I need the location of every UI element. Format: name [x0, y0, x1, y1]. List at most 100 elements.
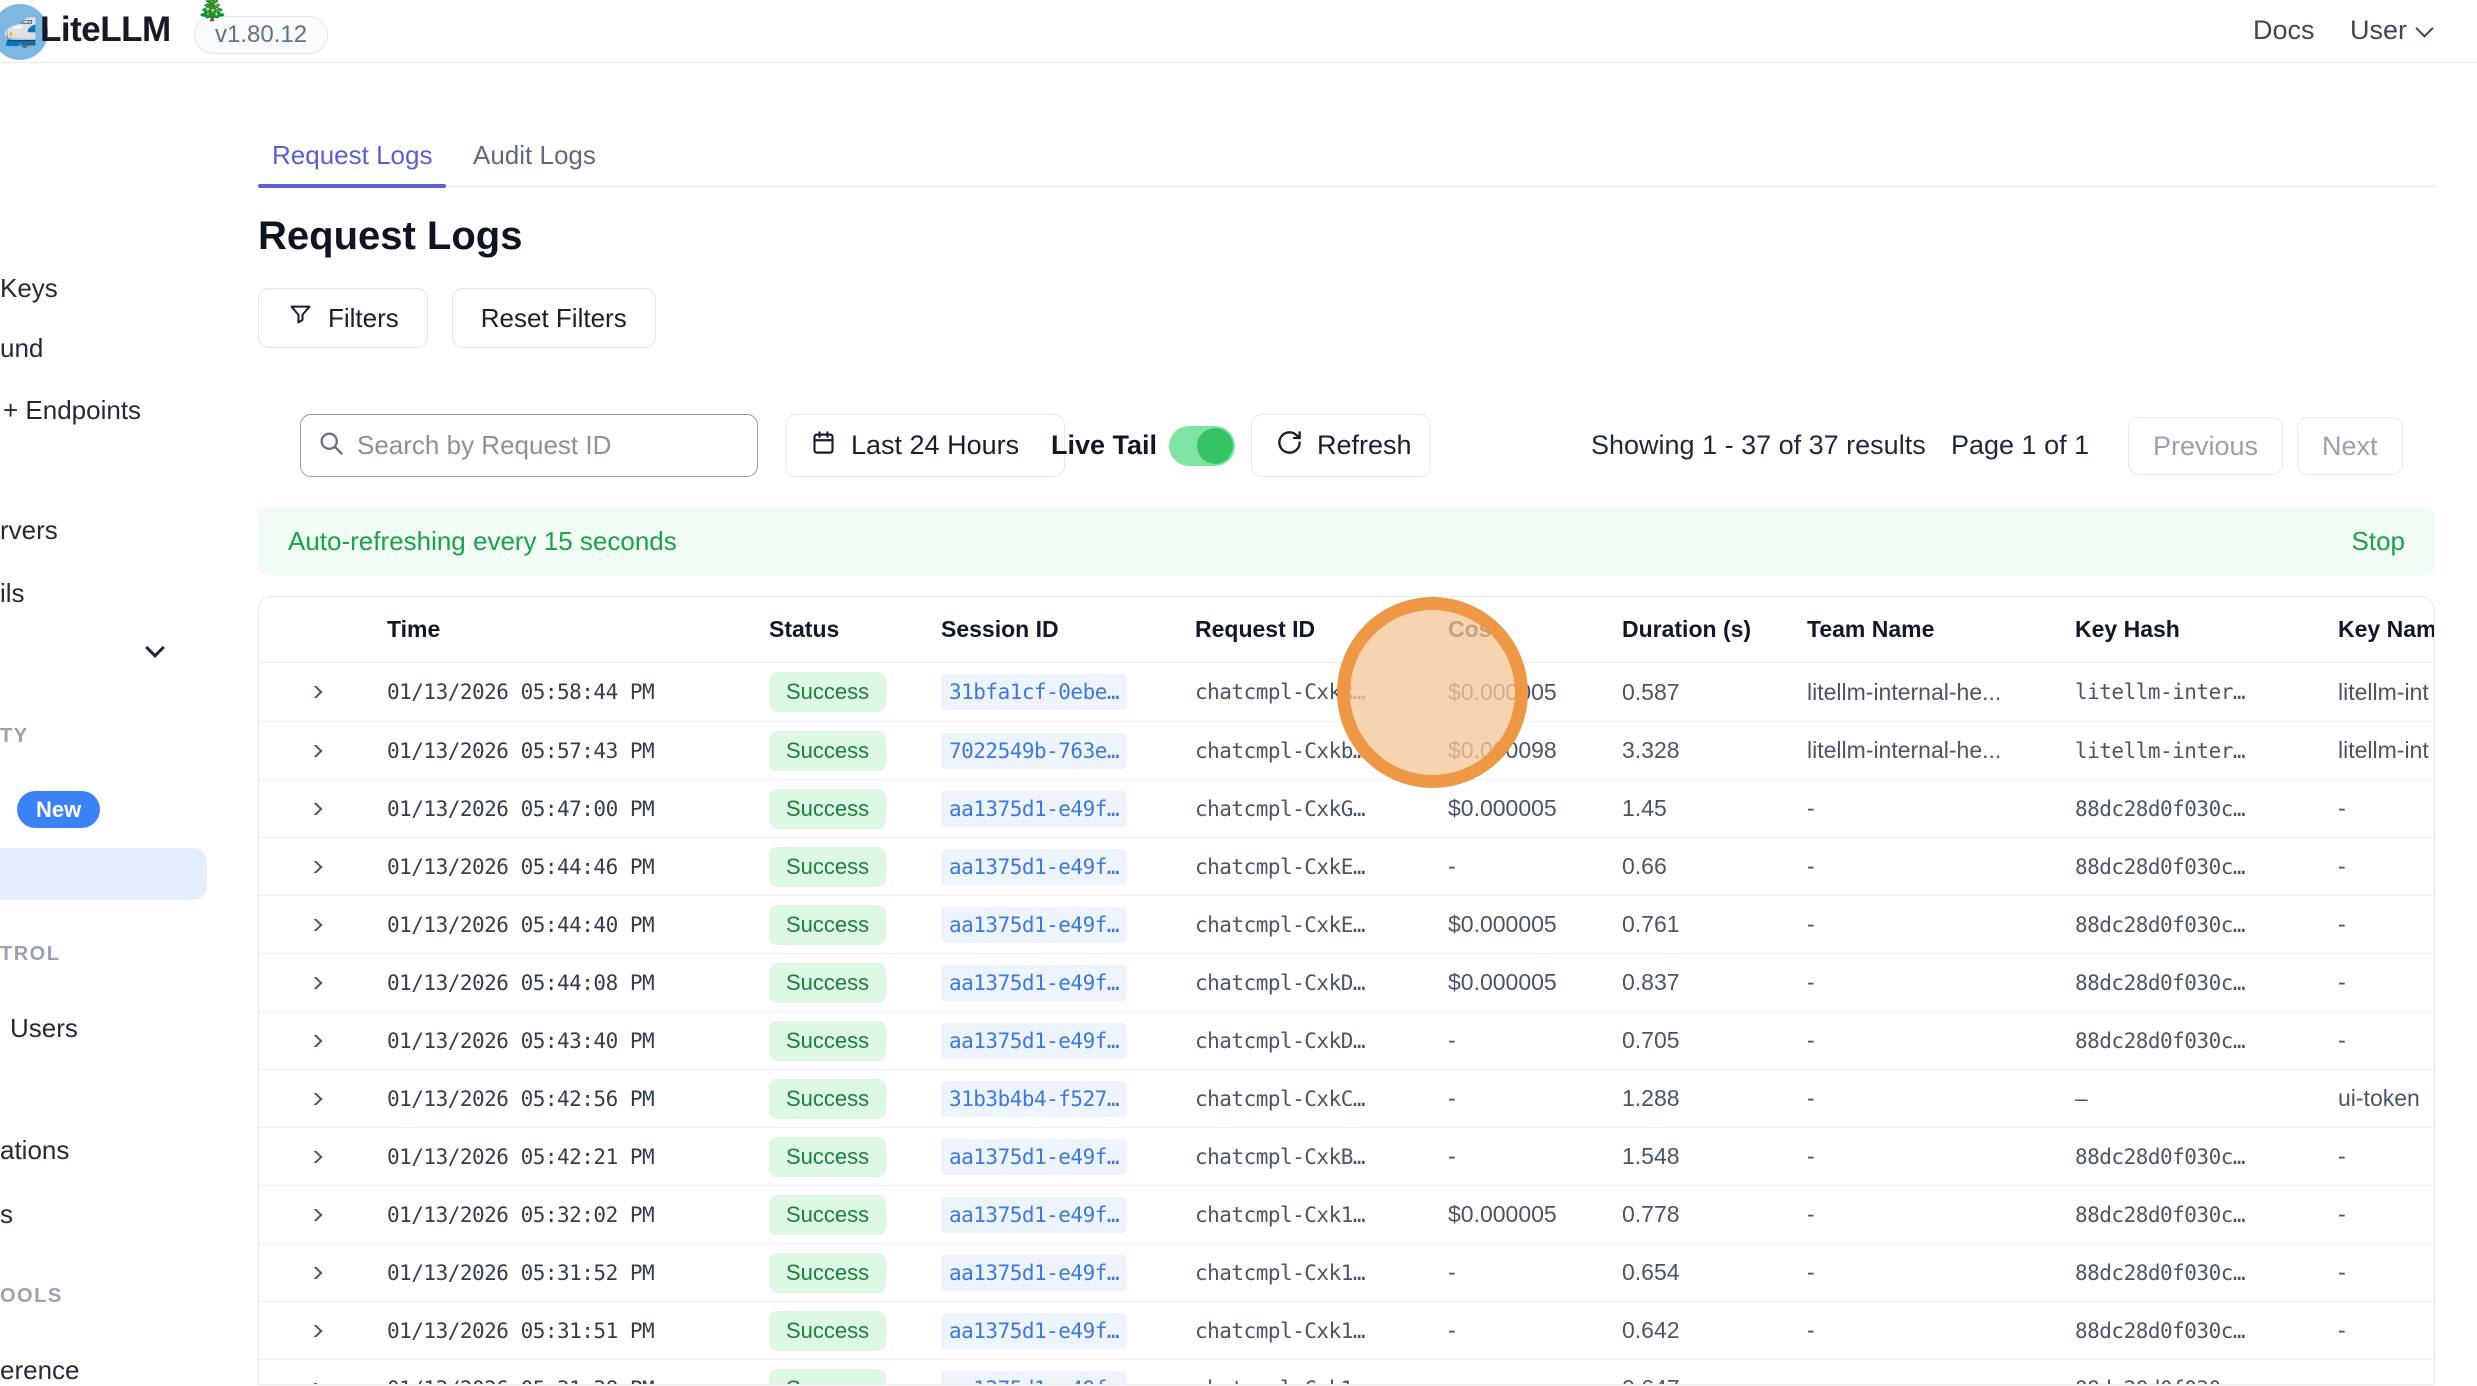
sidebar-item[interactable]: erence: [0, 1355, 80, 1386]
session-id-link[interactable]: aa1375d1-e49f…: [941, 1313, 1127, 1349]
session-id-link[interactable]: 31b3b4b4-f527…: [941, 1081, 1127, 1117]
user-chevron-down-icon[interactable]: [2415, 19, 2433, 37]
cell-key_hash: 88dc28d0f030c…: [2075, 1029, 2338, 1053]
search-input[interactable]: [357, 430, 741, 461]
expand-row-chevron-icon[interactable]: [259, 803, 369, 815]
sidebar-collapse-chevron-icon[interactable]: [148, 641, 162, 660]
expand-row-chevron-icon[interactable]: [259, 1267, 369, 1279]
expand-row-chevron-icon[interactable]: [259, 919, 369, 931]
session-id-link[interactable]: aa1375d1-e49f…: [941, 965, 1127, 1001]
cell-time: 01/13/2026 05:42:21 PM: [369, 1145, 769, 1169]
sidebar-item[interactable]: s: [0, 1199, 13, 1230]
expand-row-chevron-icon[interactable]: [259, 1093, 369, 1105]
expand-row-chevron-icon[interactable]: [259, 745, 369, 757]
cell-duration: 0.66: [1622, 853, 1807, 880]
cell-time: 01/13/2026 05:43:40 PM: [369, 1029, 769, 1053]
cell-time: 01/13/2026 05:44:46 PM: [369, 855, 769, 879]
cell-time: 01/13/2026 05:31:38 PM: [369, 1377, 769, 1386]
auto-refresh-banner: Auto-refreshing every 15 seconds Stop: [258, 507, 2435, 575]
table-body: 01/13/2026 05:58:44 PMSuccess31bfa1cf-0e…: [259, 663, 2434, 1385]
filters-button[interactable]: Filters: [258, 288, 428, 348]
tab-audit-logs[interactable]: Audit Logs: [473, 140, 596, 187]
expand-row-chevron-icon[interactable]: [259, 1151, 369, 1163]
sidebar-item[interactable]: rvers: [0, 515, 58, 546]
docs-link[interactable]: Docs: [2253, 0, 2315, 63]
expand-row-chevron-icon[interactable]: [259, 1325, 369, 1337]
results-summary: Showing 1 - 37 of 37 results: [1591, 414, 1926, 477]
expand-row-chevron-icon[interactable]: [259, 977, 369, 989]
cell-time: 01/13/2026 05:31:52 PM: [369, 1261, 769, 1285]
table-header-row: TimeStatusSession IDRequest IDCostDurati…: [259, 597, 2434, 663]
column-header-status: Status: [769, 616, 941, 643]
time-range-button[interactable]: Last 24 Hours: [785, 414, 1065, 477]
sidebar-selected-item[interactable]: [0, 848, 207, 900]
refresh-icon: [1276, 429, 1303, 463]
session-id-link[interactable]: aa1375d1-e49f…: [941, 1255, 1127, 1291]
sidebar-item[interactable]: und: [0, 333, 43, 364]
cell-duration: 0.642: [1622, 1317, 1807, 1344]
session-cell: aa1375d1-e49f…: [941, 1313, 1195, 1349]
expand-row-chevron-icon[interactable]: [259, 686, 369, 698]
cell-cost: -: [1448, 1375, 1622, 1385]
previous-page-button[interactable]: Previous: [2128, 417, 2283, 475]
status-badge: Success: [769, 963, 886, 1003]
reset-filters-button[interactable]: Reset Filters: [452, 288, 656, 348]
table-row: 01/13/2026 05:42:21 PMSuccess aa1375d1-e4…: [259, 1127, 2434, 1185]
cell-cost: -: [1448, 1027, 1622, 1054]
session-id-link[interactable]: aa1375d1-e49f…: [941, 907, 1127, 943]
auto-refresh-text: Auto-refreshing every 15 seconds: [288, 526, 677, 557]
table-row: 01/13/2026 05:44:08 PMSuccessaa1375d1-e4…: [259, 953, 2434, 1011]
session-id-link[interactable]: aa1375d1-e49f…: [941, 1371, 1127, 1386]
top-bar: 🚅 LiteLLM v1.80.12 🎄 Docs User: [0, 0, 2477, 63]
session-id-link[interactable]: 7022549b-763e…: [941, 733, 1127, 769]
sidebar-section-label: TY: [0, 725, 29, 748]
cell-duration: 0.837: [1622, 969, 1807, 996]
cell-team: -: [1807, 1085, 2075, 1112]
cell-key_hash: 88dc28d0f030c…: [2075, 1319, 2338, 1343]
cell-request: chatcmpl-Cxkb…: [1195, 739, 1448, 763]
cell-key_name: -: [2338, 795, 2434, 822]
cell-team: -: [1807, 1375, 2075, 1385]
session-id-link[interactable]: aa1375d1-e49f…: [941, 1023, 1127, 1059]
column-header-session-id: Session ID: [941, 616, 1195, 643]
session-id-link[interactable]: 31bfa1cf-0ebe…: [941, 674, 1127, 710]
cell-team: -: [1807, 911, 2075, 938]
session-id-link[interactable]: aa1375d1-e49f…: [941, 849, 1127, 885]
sidebar-item[interactable]: + Endpoints: [3, 395, 141, 426]
cell-duration: 3.328: [1622, 737, 1807, 764]
status-badge: Success: [769, 847, 886, 887]
sidebar-item[interactable]: Users: [10, 1013, 78, 1044]
live-tail-toggle[interactable]: [1169, 426, 1235, 466]
refresh-button[interactable]: Refresh: [1251, 414, 1431, 477]
status-cell: Success: [769, 1311, 941, 1351]
session-cell: aa1375d1-e49f…: [941, 849, 1195, 885]
session-id-link[interactable]: aa1375d1-e49f…: [941, 791, 1127, 827]
table-row: 01/13/2026 05:57:43 PMSuccess7022549b-76…: [259, 721, 2434, 779]
sidebar-item[interactable]: ations: [0, 1135, 69, 1166]
status-cell: Success: [769, 1195, 941, 1235]
session-id-link[interactable]: aa1375d1-e49f…: [941, 1139, 1127, 1175]
expand-row-chevron-icon[interactable]: [259, 861, 369, 873]
cell-cost: -: [1448, 1259, 1622, 1286]
expand-row-chevron-icon[interactable]: [259, 1035, 369, 1047]
cell-key_hash: litellm-inter…: [2075, 739, 2338, 763]
status-badge: Success: [769, 1079, 886, 1119]
status-badge: Success: [769, 1137, 886, 1177]
cell-team: litellm-internal-he...: [1807, 737, 2075, 764]
cell-duration: 0.587: [1622, 679, 1807, 706]
cell-key_hash: 88dc28d0f030c…: [2075, 913, 2338, 937]
next-page-button[interactable]: Next: [2297, 417, 2403, 475]
session-id-link[interactable]: aa1375d1-e49f…: [941, 1197, 1127, 1233]
table-row: 01/13/2026 05:31:51 PMSuccessaa1375d1-e4…: [259, 1301, 2434, 1359]
tab-request-logs[interactable]: Request Logs: [272, 140, 432, 187]
user-menu[interactable]: User: [2350, 0, 2407, 63]
sidebar-item[interactable]: Keys: [0, 273, 58, 304]
cell-duration: 0.654: [1622, 1259, 1807, 1286]
cell-team: -: [1807, 969, 2075, 996]
table-row: 01/13/2026 05:44:40 PMSuccessaa1375d1-e4…: [259, 895, 2434, 953]
status-cell: Success: [769, 963, 941, 1003]
status-cell: Success: [769, 1079, 941, 1119]
sidebar-item[interactable]: ils: [0, 578, 25, 609]
expand-row-chevron-icon[interactable]: [259, 1209, 369, 1221]
stop-auto-refresh-link[interactable]: Stop: [2352, 526, 2406, 557]
